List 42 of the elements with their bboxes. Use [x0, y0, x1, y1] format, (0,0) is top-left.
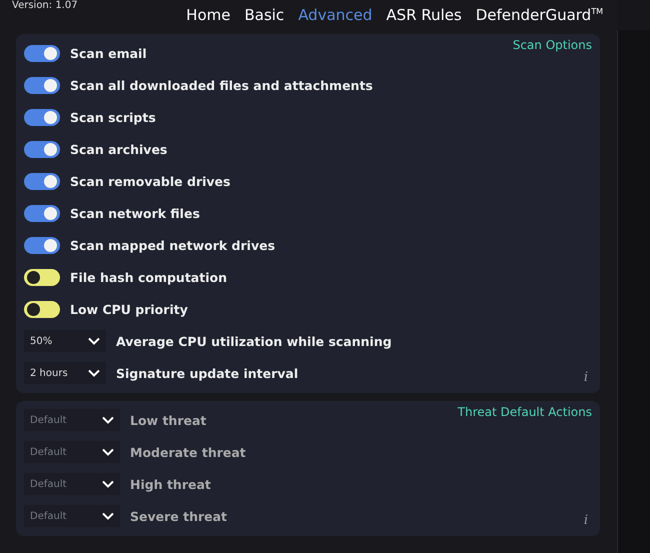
- toggle-switch[interactable]: [24, 204, 60, 222]
- info-icon[interactable]: i: [584, 513, 588, 528]
- chevron-down-icon: [102, 480, 114, 488]
- section-title: Threat Default Actions: [458, 405, 592, 419]
- toggle-switch[interactable]: [24, 172, 60, 190]
- toggle-switch[interactable]: [24, 236, 60, 254]
- chevron-down-icon: [102, 416, 114, 424]
- setting-label: Low CPU priority: [70, 302, 188, 316]
- version-label: Version: 1.07: [12, 0, 78, 11]
- nav-tab[interactable]: DefenderGuard$^{TM}$: [476, 6, 603, 24]
- setting-label: Scan email: [70, 46, 147, 60]
- setting-label: Scan removable drives: [70, 174, 230, 188]
- setting-label: Scan scripts: [70, 110, 156, 124]
- setting-label: Moderate threat: [130, 444, 246, 460]
- toggle-switch[interactable]: [24, 268, 60, 286]
- setting-label: Average CPU utilization while scanning: [116, 334, 392, 348]
- toggle-switch[interactable]: [24, 108, 60, 126]
- toggle-switch[interactable]: [24, 140, 60, 158]
- section-title: Scan Options: [512, 38, 592, 52]
- toggle-switch[interactable]: [24, 76, 60, 94]
- setting-label: File hash computation: [70, 270, 227, 284]
- chevron-down-icon: [88, 337, 100, 345]
- nav-tab[interactable]: Home: [186, 6, 230, 24]
- nav-tab[interactable]: ASR Rules: [386, 6, 462, 24]
- toggle-switch[interactable]: [24, 300, 60, 318]
- nav-tab[interactable]: Basic: [244, 6, 284, 24]
- setting-label: High threat: [130, 476, 211, 492]
- setting-label: Scan archives: [70, 142, 168, 156]
- dropdown[interactable]: 50%: [24, 330, 106, 352]
- setting-label: Severe threat: [130, 508, 228, 524]
- chevron-down-icon: [102, 512, 114, 520]
- toggle-switch[interactable]: [24, 44, 60, 62]
- dropdown[interactable]: 2 hours: [24, 362, 106, 384]
- chevron-down-icon: [88, 369, 100, 377]
- setting-label: Scan network files: [70, 206, 200, 220]
- setting-label: Low threat: [130, 412, 206, 428]
- info-icon[interactable]: i: [584, 370, 588, 385]
- setting-label: Scan mapped network drives: [70, 238, 276, 252]
- nav-tab[interactable]: Advanced: [298, 6, 372, 24]
- setting-label: Scan all downloaded files and attachments: [70, 78, 373, 92]
- chevron-down-icon: [102, 448, 114, 456]
- setting-label: Signature update interval: [116, 366, 298, 380]
